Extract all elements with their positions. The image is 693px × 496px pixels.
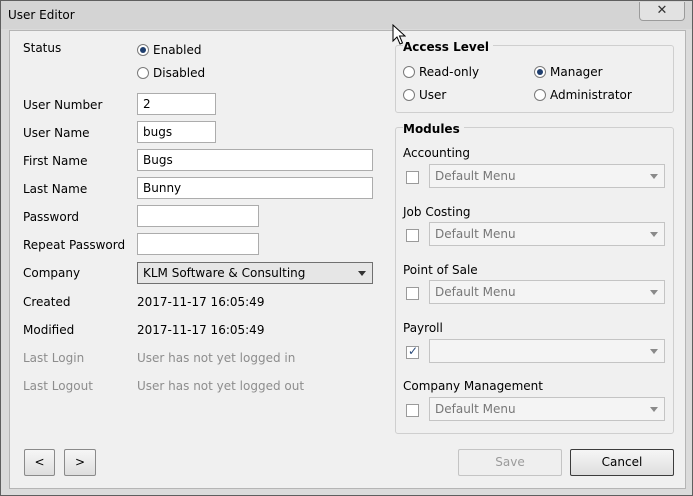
first-name-field[interactable]: Bugs <box>137 149 373 171</box>
menu-select-value: Default Menu <box>435 285 516 299</box>
radio-label: User <box>419 88 447 102</box>
module-payroll-label: Payroll <box>403 321 443 335</box>
last-name-label: Last Name <box>23 182 88 196</box>
module-job-costing-menu-select[interactable]: Default Menu <box>429 222 665 246</box>
title-bar[interactable]: User Editor ✕ <box>1 1 692 29</box>
menu-select-value: Default Menu <box>435 227 516 241</box>
menu-select-value: Default Menu <box>435 402 516 416</box>
password-field[interactable] <box>137 205 259 227</box>
modules-title: Modules <box>403 122 464 136</box>
chevron-down-icon <box>650 349 658 354</box>
module-point-of-sale-menu-select[interactable]: Default Menu <box>429 280 665 304</box>
repeat-password-label: Repeat Password <box>23 238 126 252</box>
company-select[interactable]: KLM Software & Consulting <box>137 262 373 284</box>
radio-label: Read-only <box>419 65 480 79</box>
company-select-value: KLM Software & Consulting <box>143 266 306 280</box>
radio-selected-indicator <box>137 44 149 56</box>
module-company-management-checkbox[interactable] <box>406 404 419 417</box>
last-logout-value: User has not yet logged out <box>137 379 305 393</box>
module-point-of-sale-label: Point of Sale <box>403 263 478 277</box>
module-point-of-sale-checkbox[interactable] <box>406 287 419 300</box>
radio-indicator <box>534 89 546 101</box>
modified-value: 2017-11-17 16:05:49 <box>137 323 265 337</box>
chevron-down-icon <box>358 271 366 276</box>
last-logout-label: Last Logout <box>23 379 93 393</box>
created-label: Created <box>23 295 71 309</box>
first-name-label: First Name <box>23 154 88 168</box>
checkmark-icon: ✓ <box>408 344 419 358</box>
window-title: User Editor <box>8 8 75 22</box>
module-company-management-menu-select[interactable]: Default Menu <box>429 397 665 421</box>
last-login-value: User has not yet logged in <box>137 351 296 365</box>
next-record-button[interactable]: > <box>64 449 96 476</box>
chevron-down-icon <box>650 174 658 179</box>
menu-select-value: Default Menu <box>435 169 516 183</box>
access-level-title: Access Level <box>403 40 493 54</box>
status-disabled-radio[interactable]: Disabled <box>137 65 217 81</box>
radio-indicator <box>403 66 415 78</box>
user-number-label: User Number <box>23 98 103 112</box>
radio-indicator <box>137 67 149 79</box>
access-readonly-radio[interactable]: Read-only <box>403 64 503 80</box>
company-label: Company <box>23 266 81 280</box>
last-login-label: Last Login <box>23 351 85 365</box>
status-enabled-radio[interactable]: Enabled <box>137 42 217 58</box>
radio-label: Administrator <box>550 88 632 102</box>
radio-label: Disabled <box>153 66 206 80</box>
module-payroll-checkbox[interactable]: ✓ <box>406 344 419 359</box>
user-name-field[interactable]: bugs <box>137 121 216 143</box>
cancel-button[interactable]: Cancel <box>570 449 674 476</box>
access-manager-radio[interactable]: Manager <box>534 64 634 80</box>
radio-indicator <box>403 89 415 101</box>
module-accounting-menu-select[interactable]: Default Menu <box>429 164 665 188</box>
previous-record-button[interactable]: < <box>24 449 55 476</box>
chevron-down-icon <box>650 232 658 237</box>
close-button[interactable]: ✕ <box>639 2 685 21</box>
module-job-costing-checkbox[interactable] <box>406 229 419 242</box>
module-accounting-checkbox[interactable] <box>406 171 419 184</box>
created-value: 2017-11-17 16:05:49 <box>137 295 265 309</box>
access-administrator-radio[interactable]: Administrator <box>534 87 644 103</box>
chevron-down-icon <box>650 290 658 295</box>
save-button[interactable]: Save <box>458 449 562 476</box>
module-accounting-label: Accounting <box>403 146 471 160</box>
user-editor-window: User Editor ✕ Status Enabled Disabled Us… <box>0 0 693 496</box>
user-number-field[interactable]: 2 <box>137 93 216 115</box>
radio-label: Manager <box>550 65 603 79</box>
chevron-down-icon <box>650 407 658 412</box>
user-name-label: User Name <box>23 126 90 140</box>
editor-client-area: Status Enabled Disabled User Number 2 Us… <box>9 30 686 489</box>
repeat-password-field[interactable] <box>137 233 259 255</box>
module-payroll-menu-select[interactable] <box>429 339 665 363</box>
access-user-radio[interactable]: User <box>403 87 503 103</box>
password-label: Password <box>23 210 80 224</box>
radio-selected-indicator <box>534 66 546 78</box>
modified-label: Modified <box>23 323 75 337</box>
module-job-costing-label: Job Costing <box>403 205 471 219</box>
status-label: Status <box>23 41 62 55</box>
last-name-field[interactable]: Bunny <box>137 177 373 199</box>
radio-label: Enabled <box>153 43 202 57</box>
module-company-management-label: Company Management <box>403 379 543 393</box>
mouse-pointer-icon <box>392 24 406 45</box>
close-icon: ✕ <box>656 3 668 18</box>
